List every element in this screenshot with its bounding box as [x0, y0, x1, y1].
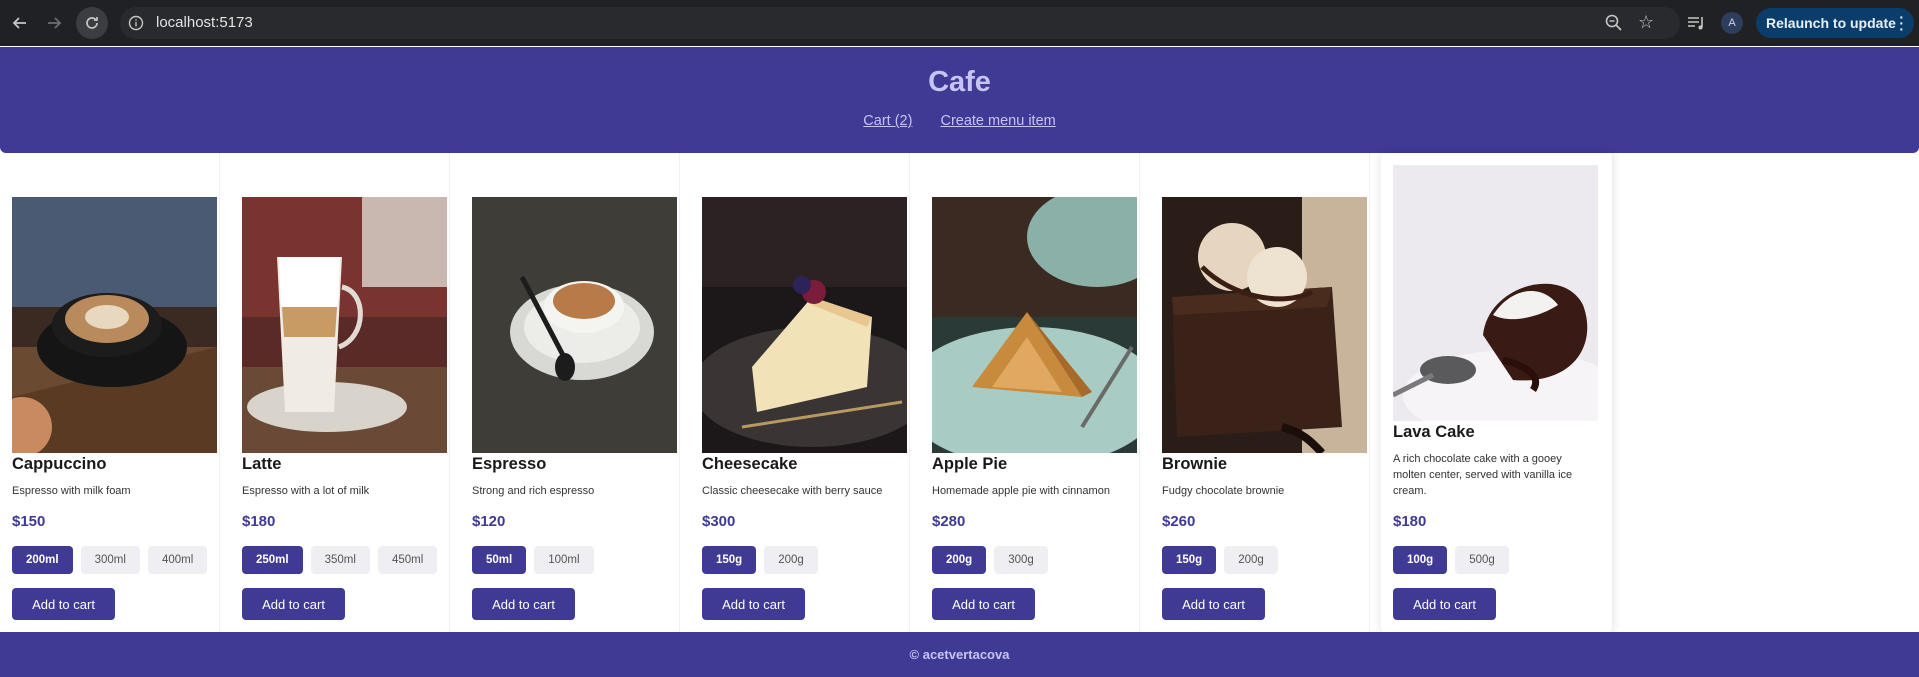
- size-option[interactable]: 450ml: [377, 546, 438, 574]
- site-info-icon[interactable]: [128, 15, 144, 31]
- relaunch-label: Relaunch to update: [1766, 15, 1896, 31]
- product-name: Brownie: [1162, 455, 1228, 473]
- relaunch-button[interactable]: Relaunch to update · · ·: [1756, 8, 1914, 38]
- product-name: Apple Pie: [932, 455, 1008, 473]
- size-options: 150g 200g: [1162, 546, 1278, 574]
- product-price: $280: [932, 513, 966, 530]
- back-arrow-icon[interactable]: [4, 7, 36, 39]
- product-price: $260: [1162, 513, 1196, 530]
- site-header: Cafe Cart (2) Create menu item: [0, 47, 1919, 153]
- menu-card: Cheesecake Classic cheesecake with berry…: [690, 153, 910, 632]
- create-menu-item-link[interactable]: Create menu item: [940, 113, 1055, 129]
- size-option[interactable]: 250ml: [242, 546, 303, 574]
- product-image: [1162, 197, 1367, 453]
- bookmark-star-icon[interactable]: ☆: [1638, 12, 1654, 33]
- size-option[interactable]: 500g: [1455, 546, 1509, 574]
- product-description: A rich chocolate cake with a gooey molte…: [1393, 453, 1573, 497]
- size-option[interactable]: 150g: [702, 546, 757, 574]
- product-price: $300: [702, 513, 736, 530]
- size-option[interactable]: 200g: [764, 546, 818, 574]
- add-to-cart-button[interactable]: Add to cart: [702, 588, 805, 620]
- product-image: [472, 197, 677, 453]
- product-name: Cheesecake: [702, 455, 798, 473]
- product-price: $180: [1393, 513, 1427, 530]
- product-image: [12, 197, 217, 453]
- size-options: 150g 200g: [702, 546, 818, 574]
- footer-copyright: © acetvertacova: [909, 647, 1010, 662]
- menu-card: Latte Espresso with a lot of milk $180 2…: [230, 153, 450, 632]
- product-price: $150: [12, 513, 46, 530]
- size-option[interactable]: 200g: [1224, 546, 1278, 574]
- cart-link[interactable]: Cart (2): [863, 113, 912, 129]
- size-option[interactable]: 50ml: [472, 546, 527, 574]
- size-option[interactable]: 200ml: [12, 546, 73, 574]
- product-description: Homemade apple pie with cinnamon: [932, 485, 1110, 497]
- site-footer: © acetvertacova: [0, 632, 1919, 677]
- size-options: 250ml 350ml 450ml: [242, 546, 438, 574]
- forward-arrow-icon[interactable]: [38, 7, 70, 39]
- product-description: Classic cheesecake with berry sauce: [702, 485, 883, 497]
- menu-card: Brownie Fudgy chocolate brownie $260 150…: [1150, 153, 1370, 632]
- product-price: $180: [242, 513, 276, 530]
- header-nav: Cart (2) Create menu item: [0, 113, 1919, 129]
- product-image: [702, 197, 907, 453]
- profile-avatar[interactable]: A: [1721, 12, 1743, 34]
- size-option[interactable]: 150g: [1162, 546, 1217, 574]
- size-options: 100g 500g: [1393, 546, 1509, 574]
- add-to-cart-button[interactable]: Add to cart: [472, 588, 575, 620]
- menu-card: Espresso Strong and rich espresso $120 5…: [460, 153, 680, 632]
- product-description: Espresso with a lot of milk: [242, 485, 370, 497]
- size-option[interactable]: 300ml: [80, 546, 140, 574]
- size-options: 200ml 300ml 400ml: [12, 546, 208, 574]
- address-bar[interactable]: localhost:5173 ☆: [120, 7, 1680, 39]
- product-image: [242, 197, 447, 453]
- product-price: $120: [472, 513, 506, 530]
- product-image: [1393, 165, 1598, 421]
- add-to-cart-button[interactable]: Add to cart: [242, 588, 345, 620]
- size-option[interactable]: 200g: [932, 546, 987, 574]
- size-options: 50ml 100ml: [472, 546, 594, 574]
- product-name: Cappuccino: [12, 455, 107, 473]
- product-name: Espresso: [472, 455, 547, 473]
- browser-toolbar: localhost:5173 ☆ A Relaunch to update · ·…: [0, 0, 1919, 46]
- page-title: Cafe: [928, 66, 991, 98]
- menu-card: Cappuccino Espresso with milk foam $150 …: [0, 153, 220, 632]
- zoom-icon[interactable]: [1604, 13, 1624, 33]
- add-to-cart-button[interactable]: Add to cart: [12, 588, 115, 620]
- size-option[interactable]: 100g: [1393, 546, 1448, 574]
- more-menu-icon[interactable]: · · ·: [1899, 10, 1904, 36]
- size-options: 200g 300g: [932, 546, 1048, 574]
- reload-icon[interactable]: [76, 7, 108, 39]
- menu-card: Lava Cake A rich chocolate cake with a g…: [1381, 153, 1613, 632]
- url-text[interactable]: localhost:5173: [156, 14, 253, 31]
- size-option[interactable]: 100ml: [534, 546, 594, 574]
- add-to-cart-button[interactable]: Add to cart: [1393, 588, 1496, 620]
- product-description: Fudgy chocolate brownie: [1162, 485, 1285, 497]
- size-option[interactable]: 350ml: [310, 546, 370, 574]
- product-image: [932, 197, 1137, 453]
- product-name: Latte: [242, 455, 282, 473]
- media-controls-icon[interactable]: [1684, 11, 1708, 35]
- add-to-cart-button[interactable]: Add to cart: [1162, 588, 1265, 620]
- product-name: Lava Cake: [1393, 423, 1475, 441]
- product-description: Espresso with milk foam: [12, 485, 131, 497]
- menu-card: Apple Pie Homemade apple pie with cinnam…: [920, 153, 1140, 632]
- size-option[interactable]: 300g: [994, 546, 1048, 574]
- size-option[interactable]: 400ml: [147, 546, 208, 574]
- product-description: Strong and rich espresso: [472, 485, 595, 497]
- add-to-cart-button[interactable]: Add to cart: [932, 588, 1035, 620]
